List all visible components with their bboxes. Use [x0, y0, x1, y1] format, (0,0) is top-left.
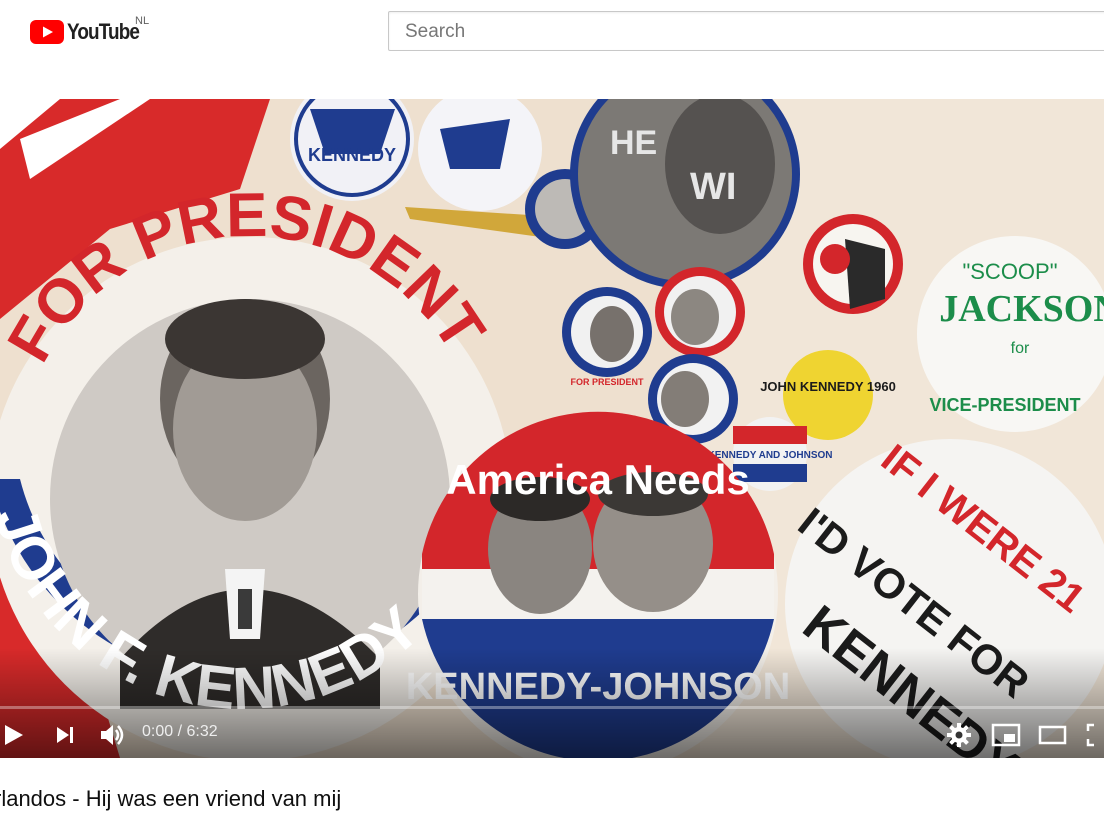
play-icon[interactable]: [2, 722, 26, 748]
next-icon[interactable]: [54, 724, 78, 746]
video-player[interactable]: FOR PRESIDENT JOHN F. KENNEDY KENNEDY: [0, 99, 1104, 758]
svg-text:JACKSON: JACKSON: [939, 288, 1104, 330]
search-box[interactable]: [388, 11, 1104, 51]
miniplayer-icon[interactable]: [991, 723, 1021, 747]
fullscreen-icon[interactable]: [1086, 723, 1104, 747]
america-needs-text: America Needs: [446, 456, 750, 503]
progress-bar[interactable]: [0, 706, 1104, 709]
masthead: YouTube NL: [0, 0, 1104, 68]
svg-text:for: for: [1011, 340, 1030, 357]
svg-text:FOR PRESIDENT: FOR PRESIDENT: [570, 377, 644, 387]
scoop-jackson-button: "SCOOP" JACKSON for VICE-PRESIDENT: [917, 236, 1104, 432]
search-input[interactable]: [403, 20, 1104, 44]
youtube-logo[interactable]: YouTube: [30, 17, 151, 47]
logo-text: YouTube: [67, 19, 140, 44]
svg-text:KENNEDY: KENNEDY: [308, 145, 396, 165]
volume-icon[interactable]: [98, 721, 126, 749]
region-code: NL: [135, 15, 150, 27]
time-display: 0:00 / 6:32: [142, 723, 218, 740]
youtube-play-logo-icon: [30, 20, 64, 44]
svg-text:"SCOOP": "SCOOP": [962, 259, 1057, 284]
svg-text:WI: WI: [690, 166, 736, 208]
theater-icon[interactable]: [1038, 725, 1068, 745]
svg-text:VICE-PRESIDENT: VICE-PRESIDENT: [929, 395, 1080, 415]
svg-text:HE: HE: [610, 124, 657, 162]
settings-icon[interactable]: [946, 722, 972, 748]
video-title: rlandos - Hij was een vriend van mij: [0, 786, 342, 811]
kennedy-johnson-text: KENNEDY-JOHNSON: [406, 666, 790, 708]
svg-text:JOHN KENNEDY 1960: JOHN KENNEDY 1960: [760, 379, 896, 394]
democratic-vote-button: [803, 214, 903, 314]
video-thumbnail-frame: FOR PRESIDENT JOHN F. KENNEDY KENNEDY: [0, 99, 1104, 758]
